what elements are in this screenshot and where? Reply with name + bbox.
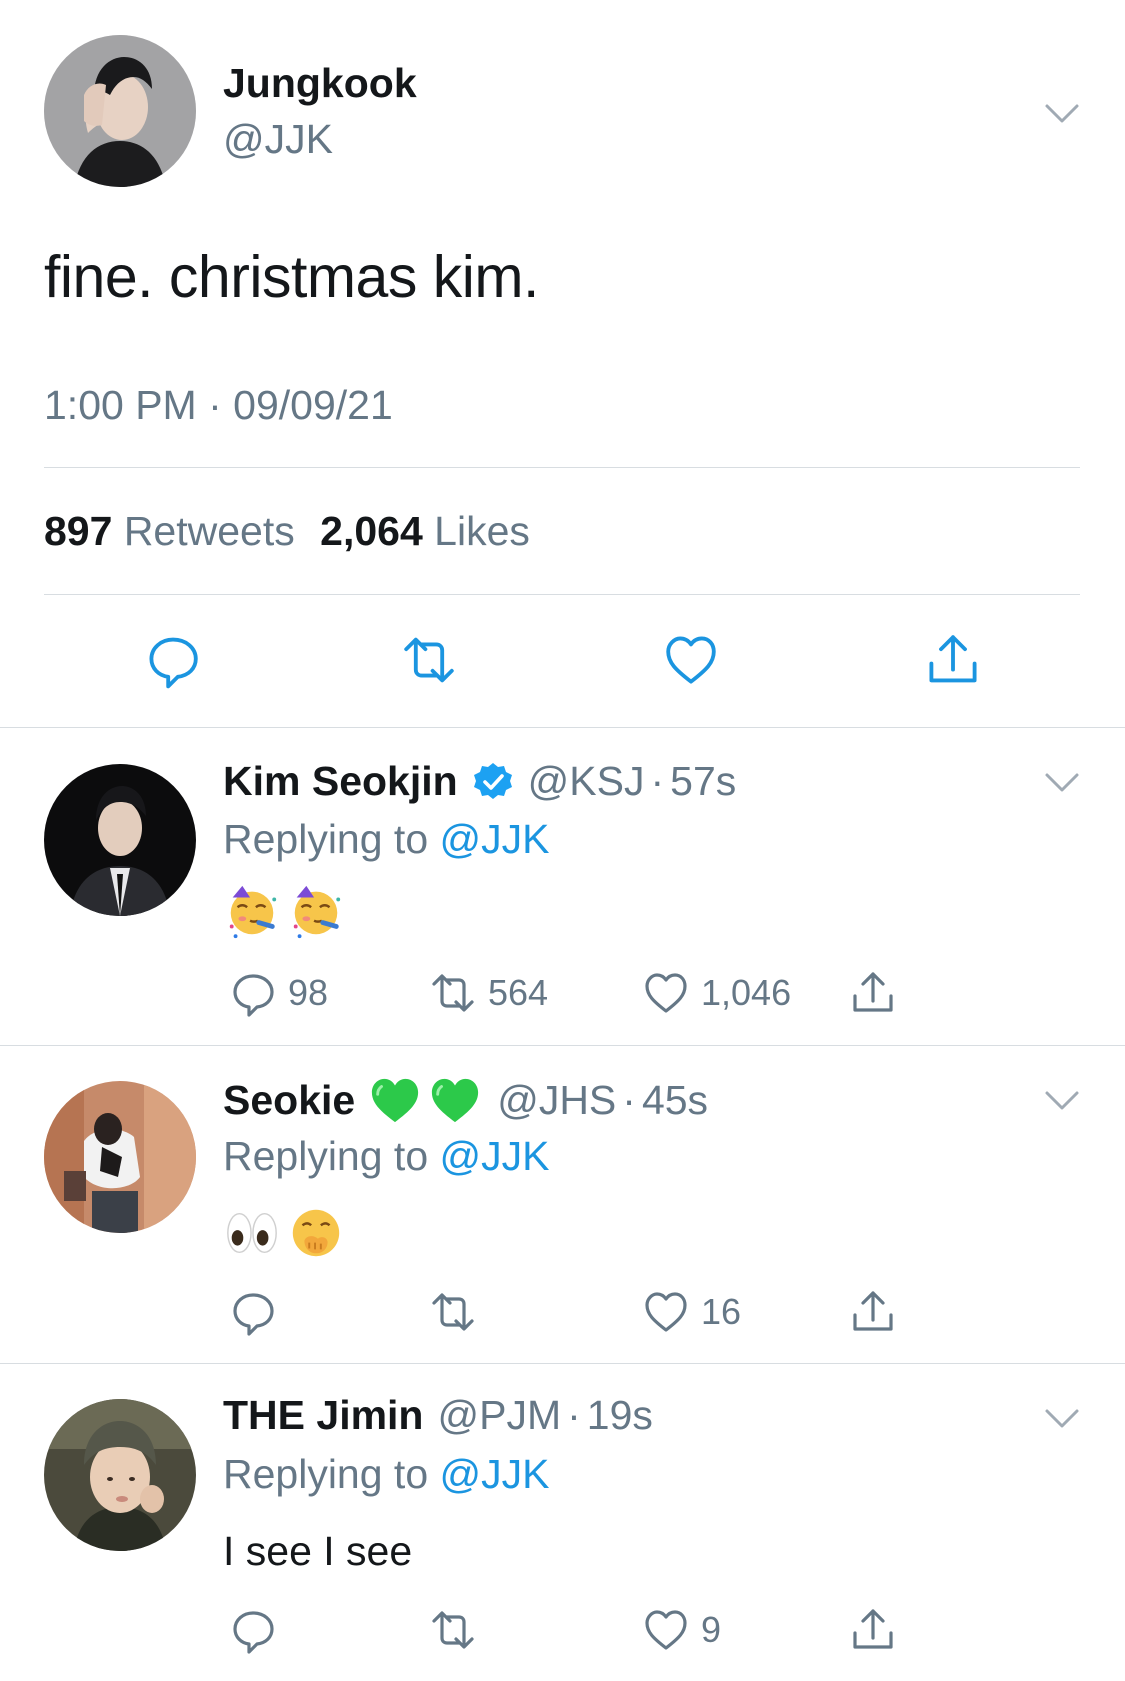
reply-author-name[interactable]: Seokie [223,1077,355,1124]
share-icon[interactable] [848,1605,898,1655]
reply-header: Seokie @JHS · 45s [223,1074,708,1126]
tweet-timestamp: 1:00 PM · 09/09/21 [44,382,393,429]
like-stat[interactable]: 2,064 Likes [320,508,530,554]
divider [44,467,1080,468]
face-with-hand-over-mouth-emoji [287,1204,345,1262]
reply-time: 19s [586,1392,653,1438]
reply-text: I see I see [223,1528,413,1574]
reply-author-name[interactable]: THE Jimin [223,1392,423,1439]
reply-author-handle[interactable]: @KSJ [528,758,645,805]
reply-author-handle[interactable]: @PJM [437,1392,561,1439]
replying-to-label: Replying to [223,1451,429,1497]
like-action[interactable]: 9 [641,1605,721,1655]
meta-separator: · [567,1392,581,1438]
partying-face-emoji [287,882,345,940]
reply-header: Kim Seokjin @KSJ · 57s [223,758,736,805]
caret-down-icon[interactable] [1044,103,1080,125]
reply-icon[interactable] [228,1287,278,1337]
green-heart-emoji [367,1074,423,1126]
main-tweet: Jungkook @JJK fine. christmas kim. 1:00 … [0,0,1125,727]
partying-face-emoji [223,882,281,940]
retweet-action[interactable]: 564 [428,968,548,1018]
reply-count: 98 [288,972,329,1013]
like-count: 1,046 [701,972,792,1013]
meta-separator: · [208,382,222,428]
avatar-kim-seokjin[interactable] [44,764,196,916]
replying-to-handle[interactable]: @JJK [440,1451,550,1497]
verified-badge-icon [472,761,514,803]
meta-separator: · [622,1076,636,1123]
share-icon[interactable] [848,968,898,1018]
retweet-count: 564 [488,972,549,1013]
replying-to-handle[interactable]: @JJK [440,1133,550,1179]
like-action[interactable]: 16 [641,1287,741,1337]
like-icon[interactable] [641,1605,691,1655]
avatar-seokie[interactable] [44,1081,196,1233]
retweet-action[interactable] [428,1287,488,1337]
retweet-action[interactable] [428,1605,488,1655]
reply-icon[interactable] [228,968,278,1018]
avatar-jungkook[interactable] [44,35,196,187]
like-label: Likes [434,508,530,554]
tweet-date: 09/09/21 [233,382,393,428]
replying-to-label: Replying to [223,816,429,862]
author-handle[interactable]: @JJK [223,116,333,163]
caret-down-icon[interactable] [1044,772,1080,794]
tweet-stats: 897 Retweets 2,064 Likes [44,508,530,555]
replying-to-handle[interactable]: @JJK [440,816,550,862]
reply-content [223,882,345,942]
share-icon[interactable] [848,1287,898,1337]
retweet-label: Retweets [123,508,295,554]
retweet-icon[interactable] [399,630,459,690]
tweet-time: 1:00 PM [44,382,197,428]
reply-action[interactable]: 98 [228,968,328,1018]
like-count: 2,064 [320,508,423,554]
reply-action[interactable] [228,1605,288,1655]
like-icon[interactable] [661,630,721,690]
caret-down-icon[interactable] [1044,1090,1080,1112]
reply-time: 45s [641,1076,709,1123]
reply-icon[interactable] [143,630,203,690]
reply-content [223,1204,345,1264]
retweet-icon[interactable] [428,1287,478,1337]
replying-to: Replying to @JJK [223,816,550,863]
reply-tweet[interactable]: THE Jimin @PJM · 19s Replying to @JJK I … [0,1364,1125,1681]
meta-separator: · [650,758,665,804]
replying-to: Replying to @JJK [223,1133,550,1180]
like-icon[interactable] [641,968,691,1018]
divider [44,594,1080,595]
like-count: 9 [701,1609,722,1650]
retweet-icon[interactable] [428,968,478,1018]
retweet-count: 897 [44,508,113,554]
eyes-emoji [223,1204,281,1262]
reply-time: 57s [670,758,737,804]
green-heart-emoji [427,1074,483,1126]
retweet-stat[interactable]: 897 Retweets [44,508,295,554]
replying-to: Replying to @JJK [223,1451,550,1498]
share-action[interactable] [848,968,908,1018]
reply-author-name[interactable]: Kim Seokjin [223,758,458,805]
like-count: 16 [701,1291,742,1332]
like-icon[interactable] [641,1287,691,1337]
share-icon[interactable] [923,630,983,690]
share-action[interactable] [848,1605,908,1655]
caret-down-icon[interactable] [1044,1408,1080,1430]
reply-author-handle[interactable]: @JHS [497,1077,616,1124]
retweet-icon[interactable] [428,1605,478,1655]
reply-tweet[interactable]: Kim Seokjin @KSJ · 57s Replying to @JJK … [0,728,1125,1045]
author-name[interactable]: Jungkook [223,60,417,107]
share-action[interactable] [848,1287,908,1337]
replying-to-label: Replying to [223,1133,429,1179]
like-action[interactable]: 1,046 [641,968,791,1018]
reply-action[interactable] [228,1287,288,1337]
reply-icon[interactable] [228,1605,278,1655]
reply-tweet[interactable]: Seokie @JHS · 45s Replying to @JJK 16 [0,1046,1125,1363]
avatar-the-jimin[interactable] [44,1399,196,1551]
reply-header: THE Jimin @PJM · 19s [223,1392,653,1439]
tweet-text: fine. christmas kim. [44,244,539,310]
